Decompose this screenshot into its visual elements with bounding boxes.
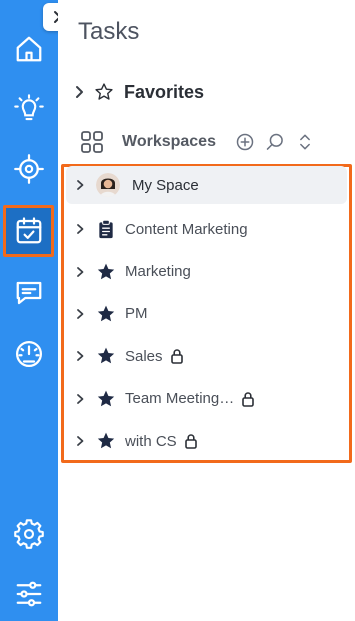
workspace-item[interactable]: My Space <box>66 166 347 204</box>
workspace-list: My Space Content Marketing Marketing PM Sale… <box>66 166 347 462</box>
sort-workspaces-button[interactable] <box>294 131 316 153</box>
star-outline-icon <box>95 83 113 100</box>
workspace-item[interactable]: Marketing <box>66 250 347 292</box>
chevron-right-icon <box>77 266 84 277</box>
calendar-check-icon <box>16 217 41 244</box>
plus-circle-icon <box>236 133 254 151</box>
search-workspaces-button[interactable] <box>264 131 286 153</box>
target-icon <box>14 154 44 184</box>
workspace-name: My Space <box>132 176 199 194</box>
chevron-right-icon <box>77 309 84 319</box>
workspace-item[interactable]: Sales <box>66 335 347 377</box>
grid-icon <box>81 131 103 153</box>
search-icon <box>266 133 283 150</box>
rail-home-button[interactable] <box>0 24 58 74</box>
tasks-panel: Tasks Favorites Workspaces My Space Conte… <box>58 0 355 621</box>
workspace-item[interactable]: Content Marketing <box>66 208 347 250</box>
chevron-right-icon <box>77 393 84 404</box>
rail-filters-button[interactable] <box>0 569 58 619</box>
rail-ideas-button[interactable] <box>0 84 58 134</box>
rail-dashboards-button[interactable] <box>0 329 58 379</box>
chevron-right-icon <box>77 351 84 362</box>
workspace-name: Marketing <box>125 263 191 281</box>
chevron-right-icon <box>77 224 84 235</box>
lock-icon <box>184 434 197 449</box>
star-icon <box>96 431 116 451</box>
chevron-right-icon <box>77 436 84 447</box>
chevron-right-icon <box>76 86 83 98</box>
favorites-section[interactable]: Favorites <box>72 78 204 106</box>
star-icon <box>96 346 116 366</box>
left-nav-rail <box>0 0 58 621</box>
avatar <box>96 173 120 197</box>
lightbulb-icon <box>14 94 44 121</box>
star-icon <box>96 304 116 324</box>
chat-icon <box>16 281 42 305</box>
workspace-item[interactable]: with CS <box>66 420 347 462</box>
chevron-right-icon <box>77 180 84 190</box>
lock-icon <box>242 392 255 407</box>
add-workspace-button[interactable] <box>234 131 256 153</box>
star-icon <box>96 262 116 282</box>
rail-settings-button[interactable] <box>0 509 58 559</box>
home-icon <box>16 36 42 62</box>
workspace-name: Team Meeting… <box>125 390 235 408</box>
gear-icon <box>14 519 44 549</box>
workspace-item[interactable]: Team Meeting… <box>66 378 347 420</box>
favorites-label: Favorites <box>124 81 205 102</box>
workspace-name: PM <box>125 305 148 323</box>
workspaces-header: Workspaces <box>80 128 324 156</box>
lock-icon <box>170 349 183 365</box>
star-icon <box>96 389 116 409</box>
gauge-icon <box>16 341 42 367</box>
workspace-item[interactable]: PM <box>66 293 347 335</box>
rail-tasks-button[interactable] <box>3 205 54 257</box>
page-title: Tasks <box>78 18 140 45</box>
rail-chat-button[interactable] <box>0 268 58 318</box>
workspace-name: Sales <box>125 347 163 365</box>
workspace-name: with CS <box>125 432 177 450</box>
workspaces-label: Workspaces <box>122 133 216 150</box>
clipboard-icon <box>96 219 116 239</box>
sort-icon <box>300 134 310 150</box>
sliders-icon <box>16 581 42 607</box>
workspace-name: Content Marketing <box>125 220 248 238</box>
rail-goals-button[interactable] <box>0 144 58 194</box>
